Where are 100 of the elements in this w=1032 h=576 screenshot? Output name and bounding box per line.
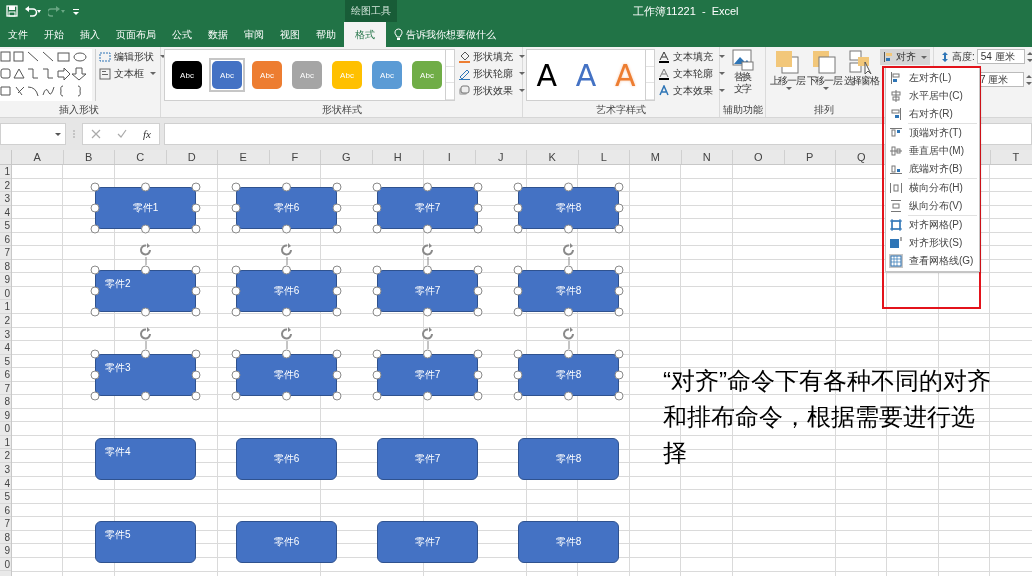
row-header[interactable]: 3 [0, 463, 11, 477]
row-header[interactable]: 8 [0, 530, 11, 545]
spinner-icon[interactable] [1026, 73, 1032, 86]
ribbon-button[interactable]: 文本效果 [658, 83, 725, 98]
flowchart-shape[interactable]: 零件7 [377, 354, 478, 396]
menu-item[interactable]: 查看网格线(G) [886, 252, 979, 270]
menu-item[interactable]: 右对齐(R) [886, 105, 979, 123]
flowchart-shape[interactable]: 零件7 [377, 187, 478, 229]
flowchart-shape[interactable]: 零件6 [236, 270, 337, 312]
flowchart-shape[interactable]: 零件7 [377, 438, 478, 480]
flowchart-shape[interactable]: 零件3 [95, 354, 196, 396]
row-header[interactable]: 6 [0, 503, 11, 518]
ribbon-button[interactable]: 文本轮廓 [658, 66, 725, 81]
row-header[interactable]: 7 [0, 381, 11, 396]
flowchart-shape[interactable]: 零件8 [518, 354, 619, 396]
column-header[interactable]: F [269, 150, 321, 164]
wordart-style[interactable]: A [527, 57, 567, 93]
row-header[interactable]: 0 [0, 286, 11, 301]
check-icon[interactable] [117, 129, 127, 139]
flowchart-shape[interactable]: 零件7 [377, 521, 478, 563]
row-header[interactable]: 5 [0, 490, 11, 504]
row-header[interactable]: 6 [0, 232, 11, 247]
wordart-style[interactable]: A [566, 57, 606, 93]
row-header[interactable]: 8 [0, 395, 11, 409]
column-header[interactable]: M [630, 150, 682, 164]
column-header[interactable]: C [115, 150, 167, 164]
flowchart-shape[interactable]: 零件6 [236, 438, 337, 480]
row-header[interactable]: 7 [0, 517, 11, 531]
flowchart-shape[interactable]: 零件8 [518, 438, 619, 480]
column-header[interactable]: A [12, 150, 64, 164]
menu-item[interactable]: 底端对齐(B) [886, 160, 979, 178]
column-header[interactable]: I [424, 150, 476, 164]
height-field[interactable]: 54 厘米 [976, 49, 1025, 64]
row-header[interactable]: 6 [0, 368, 11, 382]
flowchart-shape[interactable]: 零件7 [377, 270, 478, 312]
bring-forward-button[interactable]: 上移一层 [769, 49, 805, 90]
menu-item[interactable]: 横向分布(H) [886, 179, 979, 197]
row-header[interactable]: 9 [0, 544, 11, 558]
menu-item[interactable]: 左对齐(L) [886, 69, 979, 87]
column-header[interactable]: H [372, 150, 424, 164]
alt-text-button[interactable]: 替换文字 [729, 49, 756, 95]
ribbon-button[interactable]: 文本框 [99, 66, 166, 81]
flowchart-shape[interactable]: 零件8 [518, 270, 619, 312]
ribbon-tab[interactable]: 视图 [272, 22, 308, 47]
align-button[interactable]: 对齐 [880, 49, 930, 65]
row-header[interactable]: 1 [0, 165, 11, 179]
menu-item[interactable]: 垂直居中(M) [886, 142, 979, 160]
ribbon-tab[interactable]: 数据 [200, 22, 236, 47]
row-header[interactable]: 4 [0, 476, 11, 491]
column-header[interactable]: D [166, 150, 218, 164]
row-header[interactable]: 1 [0, 435, 11, 450]
flowchart-shape[interactable]: 零件6 [236, 187, 337, 229]
row-header[interactable]: 0 [0, 422, 11, 436]
flowchart-shape[interactable]: 零件5 [95, 521, 196, 563]
save-icon[interactable] [6, 5, 18, 17]
menu-item[interactable]: 顶端对齐(T) [886, 124, 979, 142]
row-header[interactable]: 5 [0, 354, 11, 369]
row-header[interactable]: 2 [0, 314, 11, 328]
row-header[interactable]: 5 [0, 219, 11, 233]
flowchart-shape[interactable]: 零件2 [95, 270, 196, 312]
flowchart-shape[interactable]: 零件6 [236, 354, 337, 396]
customize-icon[interactable] [72, 6, 80, 16]
flowchart-shape[interactable]: 零件4 [95, 438, 196, 480]
send-backward-button[interactable]: 下移一层 [806, 49, 842, 90]
row-header[interactable]: 3 [0, 192, 11, 206]
menu-item[interactable]: 水平居中(C) [886, 87, 979, 105]
menu-item[interactable]: 对齐网格(P) [886, 216, 979, 234]
column-header[interactable]: O [733, 150, 785, 164]
ribbon-tab[interactable]: 格式 [344, 22, 386, 47]
flowchart-shape[interactable]: 零件1 [95, 187, 196, 229]
row-header[interactable]: 0 [0, 557, 11, 572]
row-header[interactable]: 9 [0, 273, 11, 287]
ribbon-tab[interactable]: 帮助 [308, 22, 344, 47]
row-header[interactable]: 4 [0, 205, 11, 220]
column-header[interactable]: P [784, 150, 836, 164]
ribbon-button[interactable]: 文本填充 [658, 49, 725, 64]
column-header[interactable]: T [990, 150, 1032, 164]
menu-item[interactable]: 对齐形状(S) [886, 234, 979, 252]
ribbon-tab[interactable]: 公式 [164, 22, 200, 47]
column-header[interactable]: E [218, 150, 270, 164]
column-header[interactable]: J [475, 150, 527, 164]
row-header[interactable]: 4 [0, 341, 11, 355]
row-header[interactable]: 8 [0, 259, 11, 274]
column-header[interactable]: L [578, 150, 630, 164]
column-header[interactable]: N [681, 150, 733, 164]
ribbon-tab[interactable]: 开始 [36, 22, 72, 47]
tell-me-field[interactable]: 告诉我你想要做什么 [406, 27, 496, 42]
insert-function-button[interactable]: fx [143, 128, 151, 140]
column-header[interactable]: G [321, 150, 373, 164]
row-header[interactable]: 3 [0, 327, 11, 342]
row-header[interactable]: 2 [0, 178, 11, 193]
row-header[interactable]: 2 [0, 449, 11, 464]
ribbon-tab[interactable]: 插入 [72, 22, 108, 47]
column-header[interactable]: B [63, 150, 115, 164]
flowchart-shape[interactable]: 零件6 [236, 521, 337, 563]
formula-field[interactable] [164, 123, 1032, 145]
column-header[interactable]: K [527, 150, 579, 164]
selection-pane-button[interactable]: 选择窗格 [843, 49, 879, 87]
row-header[interactable]: 9 [0, 408, 11, 423]
ribbon-tab[interactable]: 审阅 [236, 22, 272, 47]
